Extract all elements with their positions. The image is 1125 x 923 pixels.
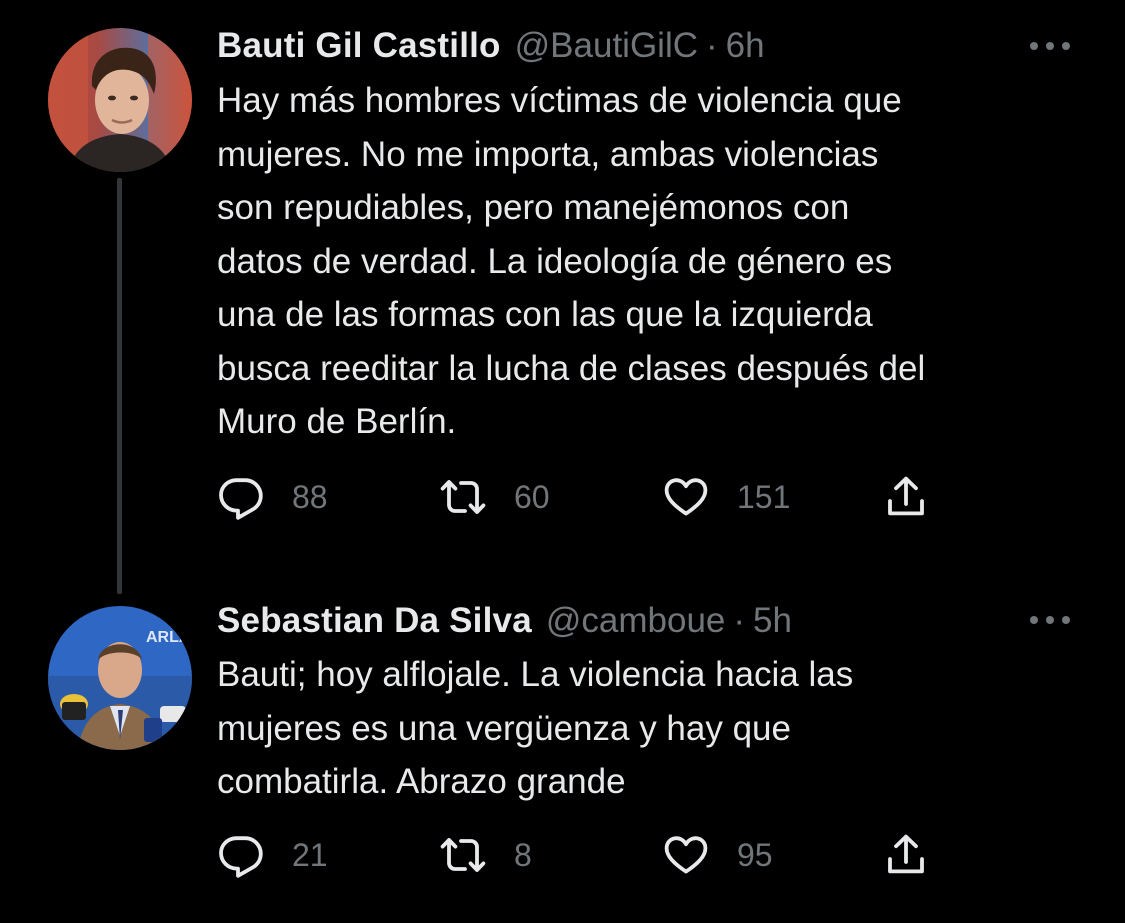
reply-count: 21	[292, 837, 328, 873]
tweet-text: Hay más hombres víctimas de violencia qu…	[217, 74, 1097, 449]
timestamp[interactable]: 5h	[753, 601, 792, 641]
tweet-text-line: una de las formas con las que la izquier…	[217, 295, 873, 334]
reply-button[interactable]: 21	[217, 830, 328, 880]
avatar-photo: ARLA	[48, 606, 192, 750]
tweet-header: Bauti Gil Castillo @BautiGilC · 6h	[217, 26, 765, 66]
share-icon	[888, 834, 924, 874]
reply-count: 88	[292, 479, 328, 515]
tweet-text-line: Bauti; hoy alflojale. La violencia hacia…	[217, 655, 854, 694]
retweet-count: 60	[514, 479, 550, 515]
timestamp[interactable]: 6h	[726, 26, 765, 66]
more-dot	[1062, 616, 1070, 624]
tweet-text-line: son repudiables, pero manejémonos con	[217, 188, 850, 227]
handle[interactable]: @BautiGilC	[515, 26, 698, 66]
more-icon[interactable]	[1026, 36, 1074, 56]
like-icon	[664, 836, 708, 874]
action-bar: 88 60 151	[217, 472, 957, 522]
more-dot	[1030, 616, 1038, 624]
avatar[interactable]	[48, 28, 192, 172]
display-name[interactable]: Bauti Gil Castillo	[217, 26, 501, 66]
tweet-header: Sebastian Da Silva @camboue · 5h	[217, 601, 792, 641]
avatar-photo	[48, 28, 192, 172]
timeline: Bauti Gil Castillo @BautiGilC · 6h Hay m…	[0, 0, 1125, 923]
more-dot	[1046, 42, 1054, 50]
more-dot	[1062, 42, 1070, 50]
more-icon[interactable]	[1026, 610, 1074, 630]
retweet-icon	[440, 480, 486, 514]
tweet-text-line: mujeres. No me importa, ambas violencias	[217, 134, 879, 174]
separator-dot: ·	[706, 26, 718, 65]
tweet-text-line: mujeres es una vergüenza y hay que	[217, 708, 791, 748]
retweet-button[interactable]: 8	[439, 830, 532, 880]
like-icon	[664, 478, 708, 516]
like-count: 95	[737, 837, 773, 873]
reply-button[interactable]: 88	[217, 472, 328, 522]
action-bar: 21 8 95	[217, 830, 957, 880]
tweet-text-line: combatirla. Abrazo grande	[217, 762, 626, 801]
retweet-button[interactable]: 60	[439, 472, 550, 522]
reply-icon	[219, 478, 263, 520]
more-dot	[1046, 616, 1054, 624]
tweet-text-line: datos de verdad. La ideología de género …	[217, 241, 893, 281]
display-name[interactable]: Sebastian Da Silva	[217, 601, 532, 641]
separator-dot: ·	[733, 601, 746, 640]
reply-icon	[219, 836, 263, 878]
tweet-text: Bauti; hoy alflojale. La violencia hacia…	[217, 648, 1097, 809]
svg-text:ARLA: ARLA	[146, 629, 191, 646]
retweet-icon	[440, 838, 486, 872]
tweet-text-line: Muro de Berlín.	[217, 402, 457, 441]
tweet[interactable]: ARLA Sebastian Da Silva @camboue · 5h Ba…	[0, 590, 1125, 923]
thread-connector-line	[117, 178, 122, 594]
share-button[interactable]	[882, 472, 930, 522]
share-icon	[888, 476, 924, 516]
avatar[interactable]: ARLA	[48, 606, 192, 750]
tweet-text-line: Hay más hombres víctimas de violencia qu…	[217, 81, 902, 120]
like-button[interactable]: 151	[662, 472, 790, 522]
tweet-text-line: busca reeditar la lucha de clases despué…	[217, 348, 926, 388]
share-button[interactable]	[882, 830, 930, 880]
more-dot	[1030, 42, 1038, 50]
tweet[interactable]: Bauti Gil Castillo @BautiGilC · 6h Hay m…	[0, 0, 1125, 594]
like-button[interactable]: 95	[662, 830, 773, 880]
retweet-count: 8	[514, 837, 532, 873]
handle[interactable]: @camboue	[546, 601, 726, 641]
like-count: 151	[737, 479, 791, 515]
